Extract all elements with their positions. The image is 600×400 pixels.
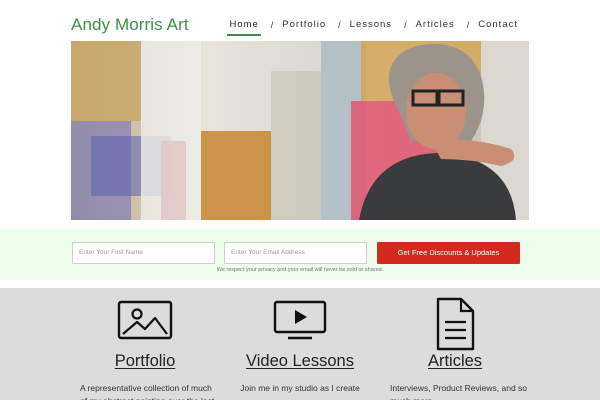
nav-item-contact[interactable]: Contact [476, 19, 520, 30]
nav-item-home[interactable]: Home [227, 19, 262, 36]
document-icon[interactable] [380, 297, 530, 351]
nav-item-portfolio[interactable]: Portfolio [280, 19, 328, 30]
hero-image [71, 41, 529, 220]
feature-title-video-lessons[interactable]: Video Lessons [225, 352, 375, 371]
nav-separator: / [270, 19, 275, 30]
features-section: Portfolio A representative collection of… [0, 288, 600, 400]
nav-separator: / [338, 19, 342, 30]
hero-painting-photo [71, 41, 529, 220]
email-field[interactable]: Enter Your Email Address [224, 242, 367, 264]
feature-title-articles[interactable]: Articles [380, 352, 530, 371]
nav-separator: / [404, 19, 408, 30]
first-name-field[interactable]: Enter Your First Name [72, 242, 215, 264]
nav-separator: / [466, 19, 471, 30]
video-play-icon[interactable] [225, 298, 375, 348]
site-header: Andy Morris Art Home / Portfolio / Lesso… [0, 0, 600, 40]
nav-item-lessons[interactable]: Lessons [348, 19, 394, 30]
signup-button[interactable]: Get Free Discounts & Updates [377, 242, 520, 264]
feature-desc-articles: Interviews, Product Reviews, and so much… [390, 383, 528, 400]
site-title[interactable]: Andy Morris Art [71, 15, 189, 35]
privacy-note: We respect your privacy and your email w… [216, 267, 384, 273]
feature-title-portfolio[interactable]: Portfolio [70, 352, 220, 371]
signup-bar: Enter Your First Name Enter Your Email A… [0, 229, 600, 280]
main-nav: Home / Portfolio / Lessons / Articles / … [227, 19, 520, 36]
feature-desc-portfolio: A representative collection of much of m… [80, 383, 214, 400]
feature-desc-video-lessons: Join me in my studio as I create [240, 383, 360, 393]
image-icon[interactable] [70, 298, 220, 348]
nav-item-articles[interactable]: Articles [414, 19, 457, 30]
